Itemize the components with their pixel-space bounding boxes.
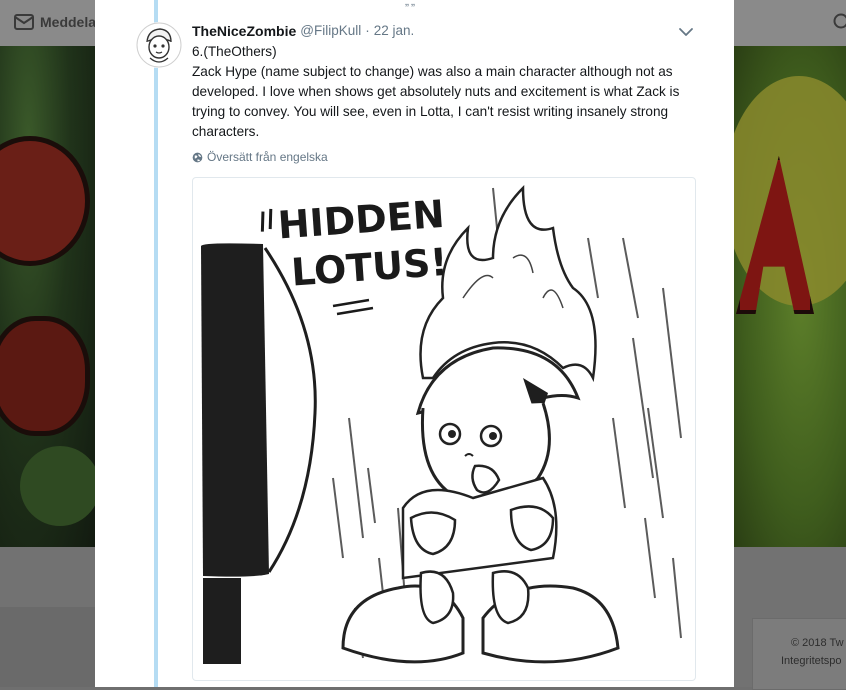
tweet-media-image[interactable]: HIDDEN LOTUS! xyxy=(192,177,696,681)
translate-link[interactable]: Översätt från engelska xyxy=(192,150,328,164)
footer-privacy-link[interactable]: Integritetspo xyxy=(781,655,842,667)
sketch-illustration: HIDDEN LOTUS! xyxy=(193,178,695,680)
user-handle[interactable]: @FilipKull xyxy=(300,22,361,40)
header-separator: · xyxy=(365,22,370,40)
sketch-text-hidden: HIDDEN xyxy=(276,192,445,248)
avatar[interactable] xyxy=(136,22,182,68)
tweet-text-line: Zack Hype (name subject to change) was a… xyxy=(192,62,702,142)
thread-connector-line xyxy=(154,0,158,687)
background-footer-card: © 2018 Tw Integritetspo xyxy=(752,618,846,690)
avatar-drawing xyxy=(136,22,182,68)
tweet-modal: „„ TheNiceZombie @FilipKull · 22 jan. 6.… xyxy=(95,0,734,687)
footer-copyright: © 2018 Tw xyxy=(791,637,844,649)
globe-icon xyxy=(192,152,203,163)
search-icon[interactable] xyxy=(832,12,846,32)
previous-tweet-fragment: „„ xyxy=(405,0,417,8)
tweet-text-line: 6.(TheOthers) xyxy=(192,42,702,62)
background-area-left xyxy=(0,547,95,687)
tweet-header: TheNiceZombie @FilipKull · 22 jan. xyxy=(192,22,414,40)
sketch-text-lotus: LOTUS! xyxy=(290,240,449,295)
envelope-icon xyxy=(14,14,34,30)
tweet-date[interactable]: 22 jan. xyxy=(374,22,415,40)
background-profile-banner-left xyxy=(0,46,95,547)
messages-nav-item[interactable]: Meddelan xyxy=(14,14,105,30)
background-profile-banner-right xyxy=(734,46,846,547)
translate-label: Översätt från engelska xyxy=(207,150,328,164)
chevron-down-icon[interactable] xyxy=(678,24,694,40)
display-name[interactable]: TheNiceZombie xyxy=(192,22,296,40)
tweet-text: 6.(TheOthers) Zack Hype (name subject to… xyxy=(192,42,702,142)
